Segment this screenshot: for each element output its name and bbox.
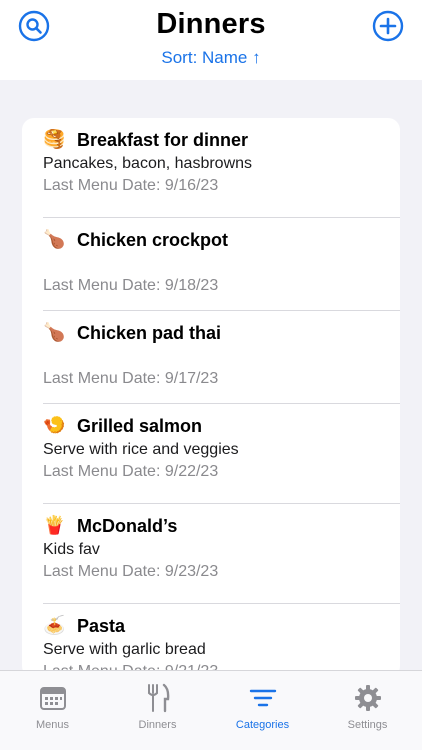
dinner-name: McDonald’s xyxy=(77,515,178,536)
list-item[interactable]: 🍤 Grilled salmon Serve with rice and veggi… xyxy=(22,415,400,504)
dinner-name: Breakfast for dinner xyxy=(77,129,249,150)
last-menu-date: Last Menu Date: 9/16/23 xyxy=(43,177,219,194)
list-item[interactable]: 🥞 Breakfast for dinner Pancakes, bacon, ha… xyxy=(22,129,400,218)
dinner-title: 🍗 Chicken pad thai xyxy=(43,322,388,344)
dinner-title: 🍝 Pasta xyxy=(43,615,388,637)
dinner-name: Grilled salmon xyxy=(77,415,203,436)
row-divider xyxy=(43,603,400,604)
row-divider xyxy=(43,503,400,504)
sort-control: Sort: Name ↑ xyxy=(0,48,422,68)
last-menu-date: Last Menu Date: 9/22/23 xyxy=(43,463,219,480)
sort-button[interactable]: Sort: Name ↑ xyxy=(161,48,260,67)
tab-label: Settings xyxy=(347,719,388,731)
dinner-name: Pasta xyxy=(77,615,126,636)
dinner-emoji: 🍗 xyxy=(43,322,66,343)
nav-header: Dinners Sort: Name ↑ xyxy=(0,0,422,80)
row-divider xyxy=(43,403,400,404)
tab-dinners[interactable]: Dinners xyxy=(105,683,210,731)
dinner-list: 🥞 Breakfast for dinner Pancakes, bacon, ha… xyxy=(22,118,400,678)
dinner-title: 🍗 Chicken crockpot xyxy=(43,229,388,251)
dinner-title: 🍟 McDonald’s xyxy=(43,515,388,537)
tab-settings[interactable]: Settings xyxy=(315,683,420,731)
row-divider xyxy=(43,217,400,218)
tab-label: Categories xyxy=(235,719,290,731)
dinner-title: 🍤 Grilled salmon xyxy=(43,415,388,437)
list-icon xyxy=(249,689,276,707)
dinner-emoji: 🍟 xyxy=(43,515,66,536)
dinner-note: Kids fav xyxy=(43,541,100,558)
tab-label: Menus xyxy=(35,719,70,731)
fork-knife-icon xyxy=(147,683,169,713)
dinner-emoji: 🍝 xyxy=(43,615,66,636)
last-menu-date: Last Menu Date: 9/23/23 xyxy=(43,563,219,580)
dinner-note: Serve with rice and veggies xyxy=(43,441,239,458)
page-title: Dinners xyxy=(156,8,266,40)
tab-menus[interactable]: Menus xyxy=(0,683,105,731)
dinner-emoji: 🥞 xyxy=(43,129,66,150)
plus-circle-icon xyxy=(372,10,404,42)
tab-bar: Menus Dinners Categories Settings xyxy=(0,670,422,750)
dinner-note: Pancakes, bacon, hasbrowns xyxy=(43,155,253,172)
tab-label: Dinners xyxy=(138,719,177,731)
calendar-icon xyxy=(39,687,66,710)
dinner-note xyxy=(43,346,388,368)
list-item[interactable]: 🍟 McDonald’s Kids fav Last Menu Date: 9/23/… xyxy=(22,515,400,604)
dinner-emoji: 🍗 xyxy=(43,229,66,250)
last-menu-date: Last Menu Date: 9/17/23 xyxy=(43,370,219,387)
dinner-title: 🥞 Breakfast for dinner xyxy=(43,129,388,151)
tab-categories[interactable]: Categories xyxy=(210,683,315,731)
list-item[interactable]: 🍗 Chicken pad thai Last Menu Date: 9/17/23 xyxy=(22,322,400,404)
dinner-name: Chicken crockpot xyxy=(77,229,229,250)
add-dinner-button[interactable] xyxy=(372,10,404,42)
gear-icon xyxy=(354,685,381,711)
dinner-emoji: 🍤 xyxy=(43,415,66,436)
last-menu-date: Last Menu Date: 9/18/23 xyxy=(43,277,219,294)
dinner-name: Chicken pad thai xyxy=(77,322,222,343)
list-item[interactable]: 🍗 Chicken crockpot Last Menu Date: 9/18/23 xyxy=(22,229,400,311)
row-divider xyxy=(43,310,400,311)
dinner-note: Serve with garlic bread xyxy=(43,641,206,658)
list-item[interactable]: 🍝PastaServe with garlic breadLast Menu D… xyxy=(22,615,400,678)
dinner-note xyxy=(43,253,388,275)
